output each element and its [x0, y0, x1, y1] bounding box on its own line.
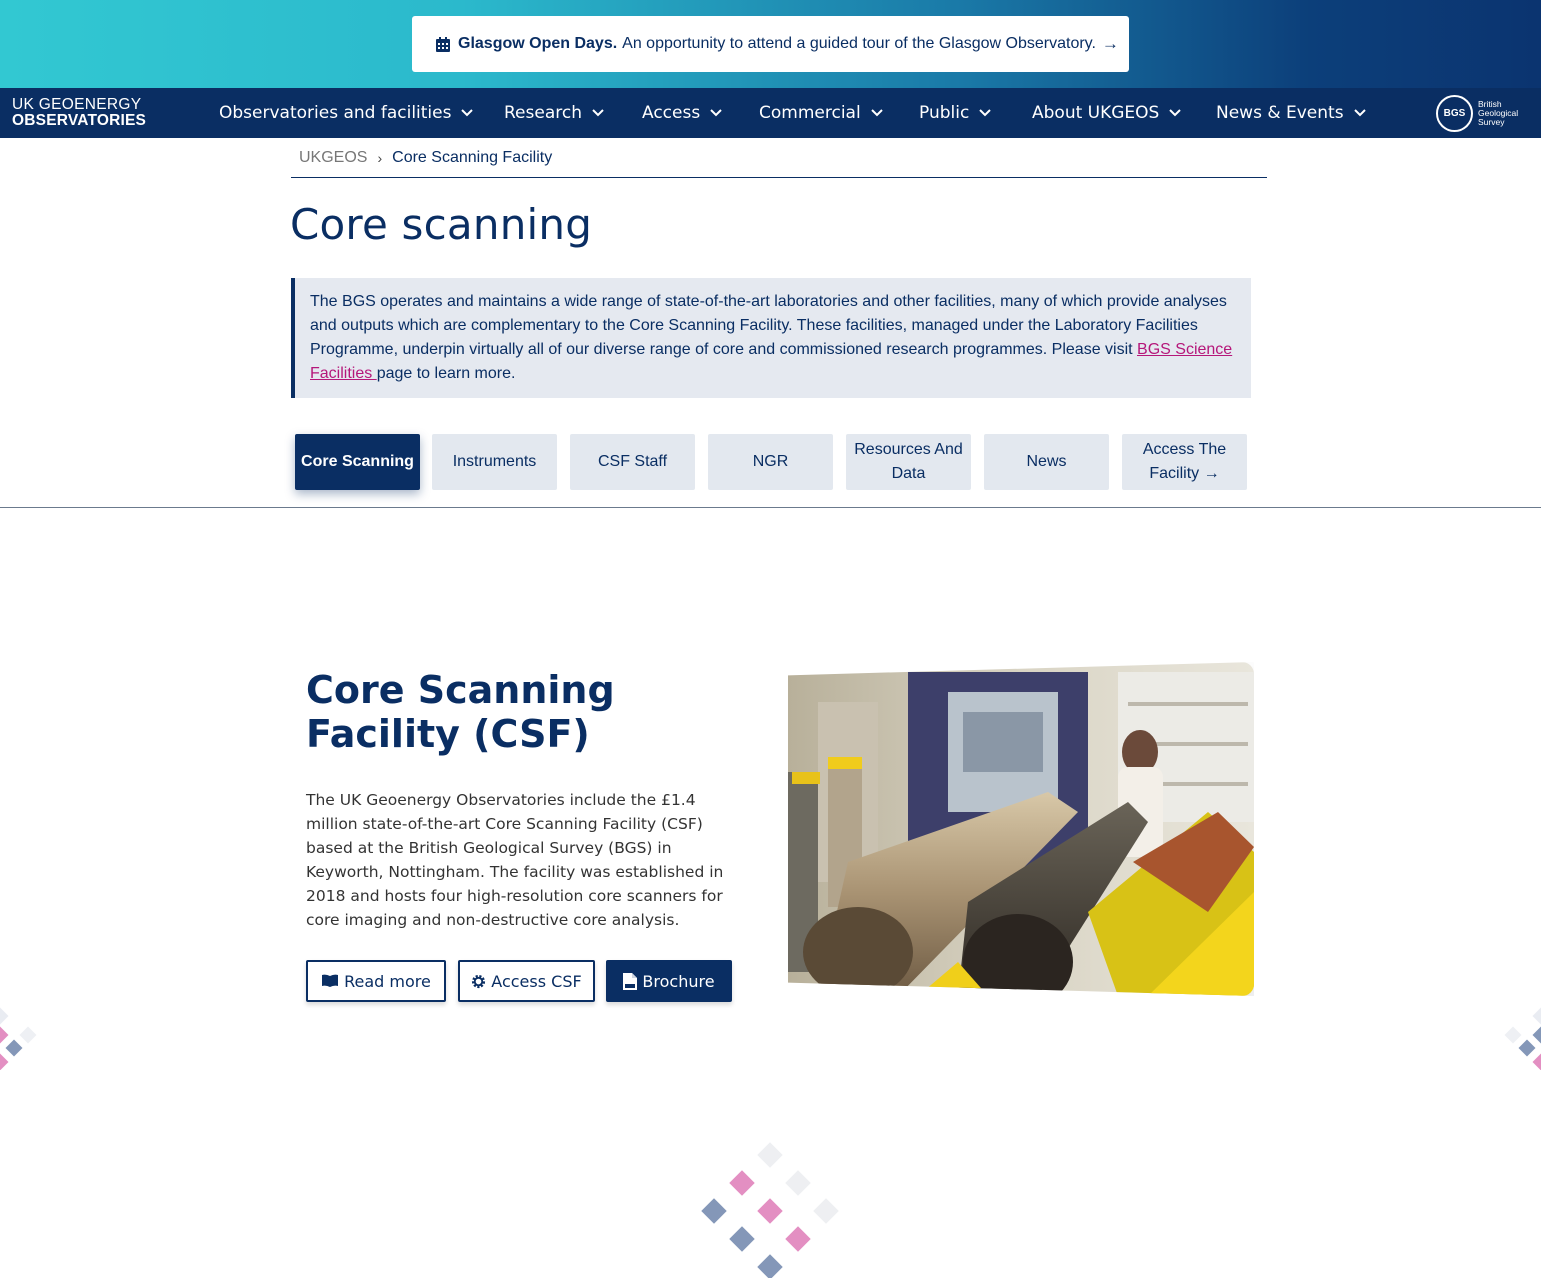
- nav-label: Access: [642, 103, 701, 123]
- brand-line2: OBSERVATORIES: [12, 112, 147, 129]
- announcement-title: Glasgow Open Days.: [458, 35, 618, 52]
- read-more-button[interactable]: Read more: [306, 960, 446, 1002]
- nav-label: About UKGEOS: [1032, 103, 1160, 123]
- access-csf-button[interactable]: Access CSF: [458, 960, 595, 1002]
- announcement-banner: Glasgow Open Days. An opportunity to att…: [0, 0, 1541, 88]
- info-text: The BGS operates and maintains a wide ra…: [310, 293, 1227, 358]
- site-logo[interactable]: UK GEOENERGY OBSERVATORIES: [12, 97, 146, 129]
- chevron-down-icon: [1353, 109, 1366, 117]
- bgs-logo-text-3: Survey: [1478, 116, 1505, 127]
- chevron-down-icon: [710, 109, 722, 117]
- announcement-link[interactable]: Glasgow Open Days. An opportunity to att…: [412, 16, 1129, 72]
- tab-instruments[interactable]: Instruments: [432, 434, 557, 490]
- lab-photo-image: [788, 662, 1254, 996]
- nav-access[interactable]: Access: [642, 88, 722, 138]
- tab-resources-and-data[interactable]: Resources And Data: [846, 434, 971, 490]
- nav-label: Observatories and facilities: [219, 103, 452, 123]
- tab-ngr[interactable]: NGR: [708, 434, 833, 490]
- bgs-logo-text: British Geological Survey: [1478, 99, 1518, 127]
- pdf-file-icon: [623, 972, 638, 990]
- bgs-logo[interactable]: BGS British Geological Survey: [1436, 94, 1531, 132]
- arrow-right-icon: →: [1101, 34, 1119, 53]
- nav-public[interactable]: Public: [919, 88, 992, 138]
- nav-news-events[interactable]: News & Events: [1216, 88, 1366, 138]
- nav-observatories[interactable]: Observatories and facilities: [219, 88, 474, 138]
- main-navbar: UK GEOENERGY OBSERVATORIES Observatories…: [0, 88, 1541, 138]
- breadcrumb-home[interactable]: UKGEOS: [299, 149, 367, 167]
- book-icon: [322, 974, 339, 987]
- bgs-logo-mark: BGS: [1436, 94, 1473, 132]
- decorative-diamonds-left: [0, 1007, 37, 1070]
- feature-title: Core Scanning Facility (CSF): [306, 668, 615, 756]
- breadcrumb-separator-icon: ›: [377, 150, 383, 166]
- chevron-down-icon: [1169, 109, 1182, 117]
- read-more-label: Read more: [344, 971, 431, 991]
- info-suffix: page to learn more.: [376, 365, 516, 382]
- nav-label: News & Events: [1216, 103, 1344, 123]
- tab-csf-staff[interactable]: CSF Staff: [570, 434, 695, 490]
- chevron-down-icon: [592, 109, 604, 117]
- nav-about[interactable]: About UKGEOS: [1032, 88, 1182, 138]
- announcement-text: An opportunity to attend a guided tour o…: [622, 35, 1096, 52]
- nav-label: Commercial: [759, 103, 861, 123]
- nav-label: Research: [504, 103, 582, 123]
- calendar-icon: [436, 36, 450, 52]
- brand-line1: UK GEOENERGY: [12, 96, 142, 113]
- tab-news[interactable]: News: [984, 434, 1109, 490]
- tab-access-the-facility[interactable]: Access The Facility →: [1122, 434, 1247, 490]
- breadcrumb: UKGEOS › Core Scanning Facility: [291, 139, 1267, 178]
- nav-commercial[interactable]: Commercial: [759, 88, 883, 138]
- chevron-down-icon: [870, 109, 883, 117]
- brochure-button[interactable]: Brochure: [606, 960, 732, 1002]
- gear-icon: [472, 974, 486, 988]
- nav-research[interactable]: Research: [504, 88, 604, 138]
- page-title: Core scanning: [290, 200, 593, 249]
- tab-core-scanning[interactable]: Core Scanning: [295, 434, 420, 490]
- info-callout: The BGS operates and maintains a wide ra…: [291, 278, 1251, 398]
- decorative-diamonds-center: [701, 1142, 839, 1278]
- breadcrumb-current: Core Scanning Facility: [392, 149, 553, 166]
- access-csf-label: Access CSF: [491, 971, 582, 991]
- chevron-down-icon: [979, 109, 992, 117]
- chevron-down-icon: [461, 109, 474, 117]
- decorative-diamonds-right: [1504, 1007, 1541, 1070]
- tabs-divider: [0, 507, 1541, 508]
- feature-description: The UK Geoenergy Observatories include t…: [306, 791, 724, 929]
- core-scanning-photo: [788, 662, 1254, 996]
- nav-label: Public: [919, 103, 970, 123]
- brochure-label: Brochure: [642, 971, 715, 991]
